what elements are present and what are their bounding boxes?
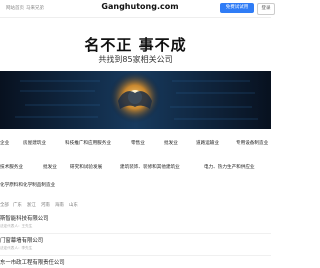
region-tab[interactable]: 广东 bbox=[13, 202, 22, 208]
divider bbox=[0, 233, 271, 234]
category-item[interactable]: 科技推广和应用服务业 bbox=[65, 140, 111, 146]
category-item[interactable]: 化学原料和化学制品制造业 bbox=[0, 182, 55, 188]
hero-title: 名不正 事不成 bbox=[84, 36, 187, 54]
region-tab[interactable]: 河南 bbox=[41, 202, 50, 208]
category-item[interactable]: 专用设备制造业 bbox=[236, 140, 268, 146]
nav-link-second[interactable]: 马来兄弟 bbox=[26, 5, 44, 11]
region-tab[interactable]: 全部 bbox=[0, 202, 9, 208]
category-item[interactable]: 建筑装饰、装修和其他建筑业 bbox=[120, 164, 180, 170]
category-item[interactable]: 技术服务业 bbox=[0, 164, 23, 170]
company-meta: 法定代表人：王先生 bbox=[0, 224, 33, 228]
free-trial-button[interactable]: 免费试试用 bbox=[220, 3, 254, 13]
company-name[interactable]: 斯智能科技有限公司 bbox=[0, 214, 49, 222]
company-meta: 法定代表人：李先生 bbox=[0, 246, 33, 250]
login-button[interactable]: 登录 bbox=[257, 3, 275, 15]
category-item[interactable]: 研究和试验发展 bbox=[70, 164, 102, 170]
divider bbox=[0, 255, 271, 256]
banner-illustration bbox=[0, 71, 271, 129]
top-bar: 网站首页 马来兄弟 Ganghutong.com 免费试试用 登录 bbox=[0, 0, 275, 18]
nav-link-home[interactable]: 网站首页 bbox=[6, 5, 24, 11]
category-item[interactable]: 道路运输业 bbox=[196, 140, 219, 146]
category-item[interactable]: 电力、热力生产和供应业 bbox=[204, 164, 255, 170]
company-name[interactable]: 门窗幕墙有限公司 bbox=[0, 236, 43, 244]
company-name[interactable]: 东一市政工程有限责任公司 bbox=[0, 258, 65, 266]
category-item[interactable]: 零售业 bbox=[131, 140, 145, 146]
region-tab[interactable]: 浙江 bbox=[27, 202, 36, 208]
site-name[interactable]: Ganghutong.com bbox=[100, 2, 180, 11]
region-filter-tabs: 全部 广东 浙江 河南 海南 山东 bbox=[0, 202, 271, 210]
category-item[interactable]: 企业 bbox=[0, 140, 9, 146]
category-item[interactable]: 批发业 bbox=[164, 140, 178, 146]
hero-banner bbox=[0, 71, 271, 129]
region-tab[interactable]: 海南 bbox=[55, 202, 64, 208]
region-tab[interactable]: 山东 bbox=[69, 202, 78, 208]
hero-subtitle: 共找到85家相关公司 bbox=[98, 55, 173, 64]
category-item[interactable]: 房屋建筑业 bbox=[23, 140, 46, 146]
category-item[interactable]: 批发业 bbox=[43, 164, 57, 170]
